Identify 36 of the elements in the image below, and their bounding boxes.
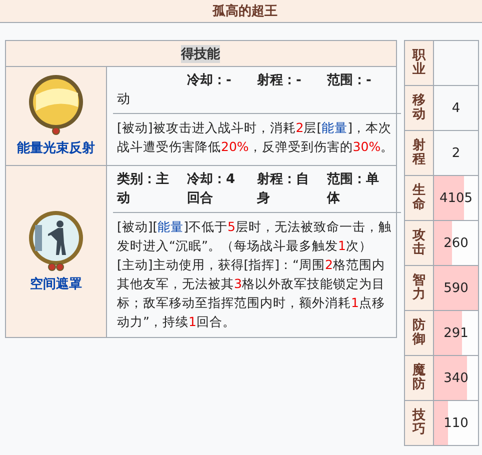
page-title: 孤高的超王 <box>211 2 278 20</box>
keyword-link[interactable]: 能量 <box>158 219 184 234</box>
skill-cooldown: 冷却：4回合 <box>187 171 236 208</box>
stat-label: 防御 <box>405 311 434 355</box>
keyword-link[interactable]: 能量 <box>322 120 348 135</box>
skill-cooldown: 冷却：- <box>187 72 232 90</box>
skill-range: 射程：自身 <box>257 171 310 208</box>
stat-value: 2 <box>452 146 460 160</box>
stat-label: 智力 <box>405 266 434 310</box>
section-heading: 得技能 <box>181 44 220 62</box>
stat-label: 生命 <box>405 176 434 220</box>
stat-value: 4105 <box>439 190 473 206</box>
stat-value: 4 <box>452 100 460 116</box>
stat-label: 移动 <box>405 86 434 130</box>
skill-area: 范围：单体 <box>327 170 381 208</box>
skill-name-link[interactable]: 能量光束反射 <box>14 139 98 159</box>
stat-value: 291 <box>444 326 468 340</box>
stat-label: 魔防 <box>405 356 434 400</box>
stat-label: 攻击 <box>405 221 434 265</box>
stat-value: 260 <box>444 236 468 250</box>
stat-value: 340 <box>444 370 468 386</box>
skill-description: [被动][能量]不低于5层时，无法被致命一击，触发时进入“沉眠”。（每场战斗最多触发1次） <box>117 218 392 255</box>
skill-area: 范围：- <box>327 71 381 109</box>
skill-name-link[interactable]: 空间遮罩 <box>14 274 98 294</box>
skill-range: 射程：- <box>257 72 302 90</box>
skill-description: [主动]主动使用，获得[指挥]：“周围2格范围内其他友军，无法被其3格以外敌军技能锁定为目标；敌军移动至指挥范围内时，额外消耗1点移动力”，持续1回合。 <box>117 256 386 331</box>
beam-orb-icon <box>26 73 86 137</box>
figure-orb-icon <box>26 208 86 272</box>
stat-value: 590 <box>444 280 468 296</box>
skill-category: 动 <box>117 91 131 109</box>
skill-description: [被动]被攻击进入战斗时，消耗2层[能量]，本次战斗遭受伤害降低20%，反弹受到伤害的30%。 <box>117 119 395 156</box>
stat-value: 110 <box>444 416 468 430</box>
stat-label: 技巧 <box>405 401 434 445</box>
skill-category: 类别：主动 <box>117 170 170 208</box>
stat-label: 射程 <box>405 131 434 175</box>
stat-label: 职业 <box>405 41 434 85</box>
